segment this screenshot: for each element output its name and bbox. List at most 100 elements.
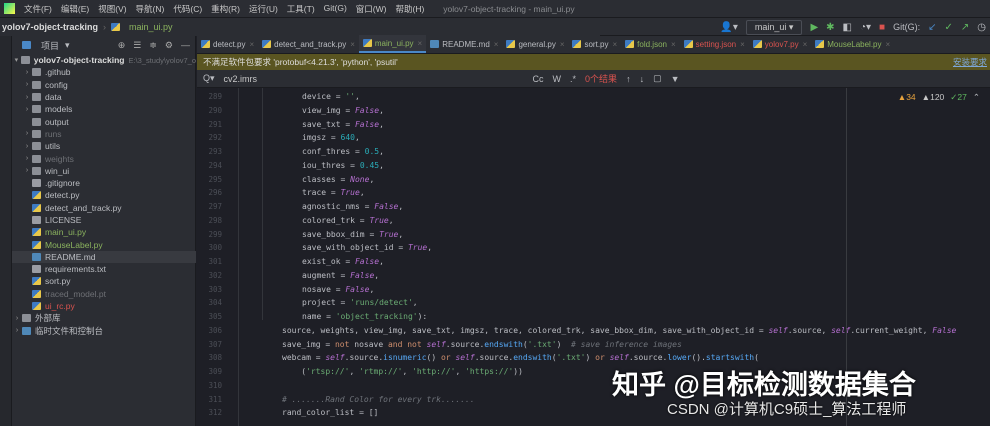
words-toggle[interactable]: W [553, 74, 562, 84]
tree-item[interactable]: › .github [12, 66, 196, 78]
tab-detect_and_track-py[interactable]: detect_and_track.py × [258, 35, 359, 53]
tree-item[interactable]: › weights [12, 152, 196, 164]
file-icon [506, 40, 516, 48]
debug-icon[interactable]: ✱ [826, 22, 834, 33]
close-icon[interactable]: × [494, 40, 499, 49]
tab-sort-py[interactable]: sort.py × [568, 35, 621, 53]
tree-item[interactable]: ui_rc.py [12, 300, 196, 312]
menu-item[interactable]: 文件(F) [24, 3, 52, 15]
tree-item[interactable]: › runs [12, 128, 196, 140]
line-number: 298 [208, 215, 222, 225]
locate-icon[interactable]: ⊕ [118, 40, 126, 51]
close-icon[interactable]: × [350, 40, 355, 49]
tab-general-py[interactable]: general.py × [502, 35, 568, 53]
tree-item[interactable]: detect_and_track.py [12, 202, 196, 214]
tab-main_ui-py[interactable]: main_ui.py × [358, 35, 427, 53]
collapse-icon[interactable]: ≑ [149, 40, 157, 51]
close-icon[interactable]: × [803, 40, 808, 49]
git-commit-icon[interactable]: ✓ [944, 22, 952, 33]
tab-MouseLabel-py[interactable]: MouseLabel.py × [811, 35, 894, 53]
tree-external-libs[interactable]: › 外部库 [12, 312, 196, 324]
tab-yolov7-py[interactable]: yolov7.py × [749, 35, 811, 53]
tree-item[interactable]: MouseLabel.py [12, 238, 196, 250]
git-push-icon[interactable]: ↗ [961, 22, 969, 33]
folder-icon [32, 154, 41, 163]
git-update-icon[interactable]: ↙ [928, 22, 936, 33]
breadcrumb-project[interactable]: yolov7-object-tracking [2, 22, 98, 32]
line-number: 299 [208, 229, 222, 239]
tree-item[interactable]: › utils [12, 140, 196, 152]
menu-item[interactable]: 导航(N) [136, 3, 165, 15]
close-icon[interactable]: × [671, 40, 676, 49]
line-number: 289 [208, 92, 222, 101]
tree-item[interactable]: README.md [12, 250, 196, 264]
tab-setting-json[interactable]: setting.json × [680, 35, 749, 53]
profile-icon[interactable]: ◔▾ [860, 22, 871, 33]
menu-item[interactable]: 重构(R) [211, 3, 240, 15]
tree-item[interactable]: › models [12, 103, 196, 115]
expand-icon[interactable]: ☰ [133, 40, 141, 51]
close-icon[interactable]: × [613, 40, 618, 49]
git-label: Git(G): [893, 22, 921, 32]
code-line: trace = True, [302, 188, 365, 198]
select-all-icon[interactable]: ▢ [653, 73, 662, 84]
tree-item[interactable]: output [12, 115, 196, 127]
close-icon[interactable]: × [740, 40, 745, 49]
filter-icon[interactable]: ▼ [671, 74, 680, 84]
project-panel-title[interactable]: 项目 [41, 39, 59, 52]
install-requirements-link[interactable]: 安装要求 [953, 56, 990, 68]
file-icon [32, 216, 41, 224]
history-icon[interactable]: ◷ [977, 22, 986, 33]
coverage-icon[interactable]: ◧ [843, 22, 852, 33]
tree-item[interactable]: detect.py [12, 189, 196, 201]
file-icon [32, 265, 41, 274]
tree-item[interactable]: › win_ui [12, 165, 196, 177]
tree-item[interactable]: sort.py [12, 275, 196, 287]
inspection-widget[interactable]: ▲34 ▲120 ✓27 ⌃ [898, 92, 980, 103]
tree-item[interactable]: traced_model.pt [12, 288, 196, 300]
menu-item[interactable]: 视图(V) [98, 3, 126, 15]
tree-item[interactable]: requirements.txt [12, 263, 196, 275]
tree-item[interactable]: main_ui.py [12, 226, 196, 238]
search-input[interactable]: cv2.imrs [224, 74, 524, 84]
tree-item-label: ui_rc.py [45, 301, 75, 312]
zhihu-watermark: 知乎 @目标检测数据集合 [612, 370, 916, 400]
hide-icon[interactable]: — [181, 40, 190, 51]
tree-root[interactable]: ▾ yolov7-object-tracking E:\3_study\yolov7… [12, 54, 196, 66]
tree-item[interactable]: › data [12, 91, 196, 103]
tree-item[interactable]: › config [12, 79, 196, 91]
tree-item-label: weights [45, 153, 74, 164]
menu-item[interactable]: 代码(C) [173, 3, 202, 15]
menu-item[interactable]: 编辑(E) [61, 3, 89, 15]
stop-icon[interactable]: ■ [879, 22, 885, 33]
menu-item[interactable]: 窗口(W) [356, 3, 387, 15]
close-icon[interactable]: × [249, 40, 254, 49]
gear-icon[interactable]: ⚙ [165, 40, 173, 51]
menu-item[interactable]: 工具(T) [287, 3, 315, 15]
next-match-icon[interactable]: ↓ [640, 74, 645, 84]
run-config-select[interactable]: main_ui ▾ [745, 19, 803, 35]
close-icon[interactable]: × [886, 40, 891, 49]
tab-detect-py[interactable]: detect.py × [197, 35, 258, 53]
tab-fold-json[interactable]: fold.json × [621, 35, 679, 53]
find-bar: Q▾ cv2.imrs Cc W .* 0个结果 ↑ ↓ ▢ ▼ [197, 70, 990, 88]
run-icon[interactable]: ▶ [810, 22, 818, 33]
file-icon [815, 40, 825, 48]
tree-item[interactable]: .gitignore [12, 177, 196, 189]
code-line: save_img = not nosave and not self.sourc… [282, 339, 682, 349]
pycharm-logo [4, 3, 15, 14]
tab-README-md[interactable]: README.md × [426, 35, 502, 53]
close-icon[interactable]: × [560, 40, 565, 49]
menu-item[interactable]: 帮助(H) [395, 3, 424, 15]
tree-item[interactable]: LICENSE [12, 214, 196, 226]
user-icon[interactable]: 👤▾ [720, 22, 737, 33]
breadcrumb-file[interactable]: main_ui.py [129, 22, 173, 32]
file-icon [32, 228, 41, 237]
close-icon[interactable]: × [418, 39, 423, 48]
tree-scratches[interactable]: › 临时文件和控制台 [12, 325, 196, 337]
prev-match-icon[interactable]: ↑ [626, 74, 631, 84]
regex-toggle[interactable]: .* [570, 74, 576, 84]
menu-item[interactable]: Git(G) [324, 3, 347, 15]
match-case-toggle[interactable]: Cc [533, 74, 544, 84]
menu-item[interactable]: 运行(U) [249, 3, 278, 15]
